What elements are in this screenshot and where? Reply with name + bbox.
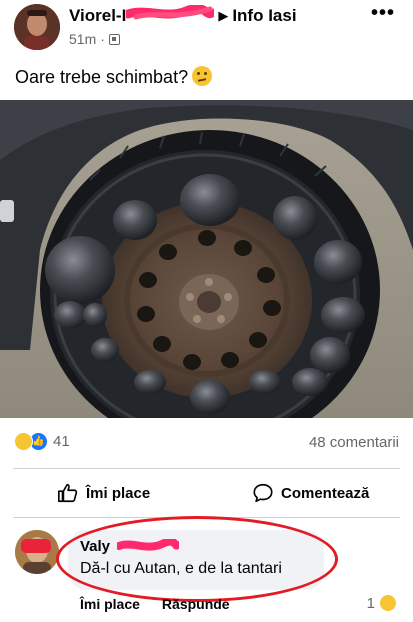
privacy-icon xyxy=(108,33,120,45)
redaction-mark xyxy=(123,4,217,21)
group-name[interactable]: Info Iasi xyxy=(232,6,296,25)
thumbs-up-icon xyxy=(58,483,78,503)
thinking-face-icon xyxy=(192,66,213,86)
comment-label: Comentează xyxy=(281,484,370,502)
comment-reply-button[interactable]: Răspunde xyxy=(162,596,230,612)
tire-image xyxy=(0,100,413,418)
separator-dot: · xyxy=(100,31,105,47)
comment-actions: Îmi place Răspunde xyxy=(80,596,230,612)
reactions-summary[interactable]: 👍 41 xyxy=(14,432,70,451)
comment-reaction-count: 1 xyxy=(366,594,375,612)
author-name[interactable]: Viorel-I xyxy=(69,6,126,25)
haha-icon xyxy=(14,432,33,451)
post-body: Oare trebe schimbat? xyxy=(15,67,189,87)
avatar-photo xyxy=(14,4,60,50)
annotation-circle xyxy=(56,516,338,602)
post-text: Oare trebe schimbat? xyxy=(15,66,213,88)
like-label: Îmi place xyxy=(86,484,151,502)
commenter-avatar[interactable] xyxy=(15,530,59,574)
author-avatar[interactable] xyxy=(14,4,60,50)
more-icon[interactable]: ••• xyxy=(371,2,395,25)
haha-icon xyxy=(379,594,397,612)
arrow-right-icon: ▶ xyxy=(218,8,229,23)
comment-like-button[interactable]: Îmi place xyxy=(80,596,140,612)
comment-reactions[interactable]: 1 xyxy=(367,594,397,612)
post-header: Viorel-I ▶ Info Iasi 51m · ••• xyxy=(0,0,413,60)
reaction-count: 41 xyxy=(53,433,70,450)
post-meta: 51m · xyxy=(69,31,120,47)
comment-button[interactable]: Comentează xyxy=(252,482,369,504)
divider xyxy=(13,468,400,469)
like-button[interactable]: Îmi place xyxy=(57,482,150,504)
post-photo[interactable] xyxy=(0,100,413,418)
comments-count[interactable]: 48 comentarii xyxy=(309,434,399,451)
author-line: Viorel-I ▶ Info Iasi xyxy=(69,4,297,26)
post-time[interactable]: 51m xyxy=(69,31,96,47)
comment-icon xyxy=(253,483,273,503)
avatar-photo xyxy=(15,530,59,574)
